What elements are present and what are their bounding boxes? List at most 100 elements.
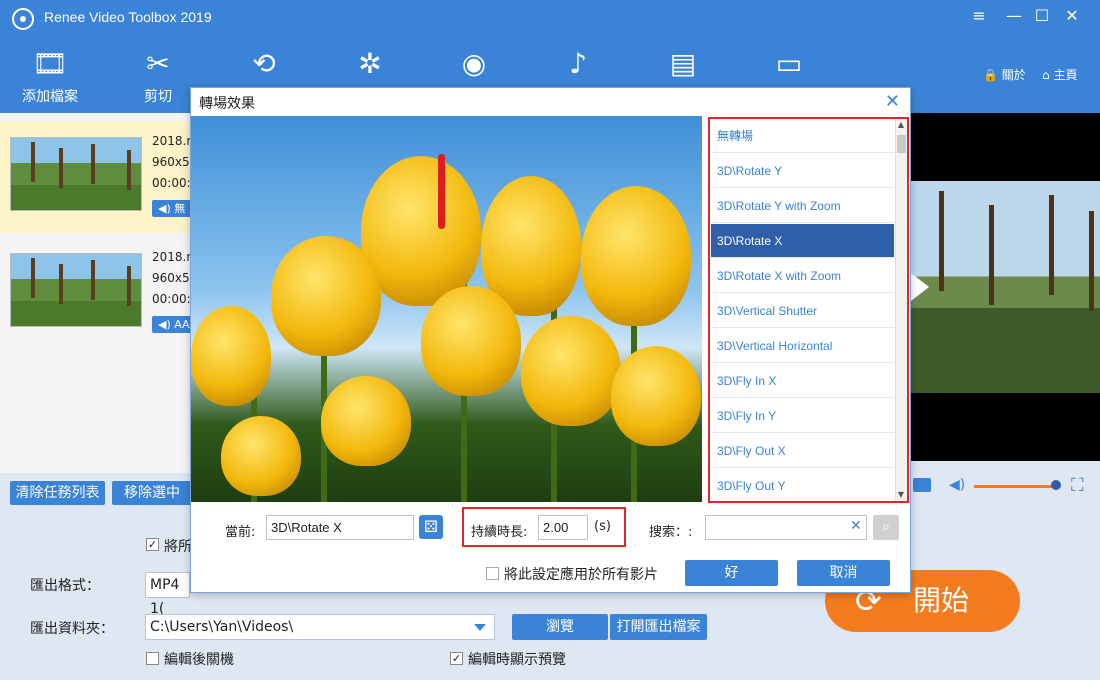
apply-all-checkbox[interactable] — [486, 567, 499, 580]
home-button[interactable]: ⌂ 主頁 — [1042, 66, 1077, 83]
transition-item[interactable]: 3D\Vertical Shutter — [711, 294, 894, 328]
scroll-down-icon[interactable]: ▼ — [895, 489, 907, 501]
current-label: 當前: — [225, 525, 256, 540]
task-item[interactable]: 2018.mp4 960x540 00:00: ◀) AA — [0, 237, 200, 349]
task-list: 2018.mp4 960x540 00:00: ◀) 無 2018.mp4 96… — [0, 113, 200, 473]
browse-button[interactable]: 瀏覽 — [512, 614, 608, 640]
home-icon: ⌂ — [1042, 68, 1050, 82]
search-label: 搜索：: — [649, 525, 693, 540]
folder-label: 匯出資料夾： — [30, 621, 114, 637]
close-icon[interactable]: ✕ — [885, 91, 900, 112]
task-thumbnail — [10, 253, 142, 327]
crop-button[interactable]: ⟲ — [224, 44, 304, 84]
clear-icon[interactable]: ✕ — [850, 518, 862, 534]
transition-item[interactable]: 3D\Rotate Y — [711, 154, 894, 188]
search-icon[interactable]: ⌕ — [873, 515, 899, 540]
app-logo-icon — [12, 8, 34, 30]
volume-icon[interactable]: ◀) — [949, 477, 965, 493]
transition-item[interactable]: 3D\Rotate X with Zoom — [711, 259, 894, 293]
ok-button[interactable]: 好 — [685, 560, 778, 586]
start-label: 開始 — [913, 584, 970, 617]
transition-item[interactable]: 3D\Fly Out X — [711, 434, 894, 468]
transition-dialog: 轉場效果 ✕ 無轉場 3D\Rotate Y 3D\Rotate Y with … — [190, 87, 911, 593]
effects-button[interactable]: ✲ — [330, 44, 410, 84]
watermark-icon: ▭ — [775, 47, 803, 80]
music-icon: ♪ — [569, 47, 587, 80]
shutdown-label: 編輯後關機 — [164, 652, 234, 668]
cut-button[interactable]: ✂ 剪切 — [118, 44, 198, 106]
transition-item[interactable]: 3D\Fly In Y — [711, 399, 894, 433]
duration-unit: (s) — [594, 519, 611, 534]
subtitle-button[interactable]: ▤ — [643, 44, 723, 84]
minimize-button[interactable]: — — [1002, 6, 1026, 25]
merge-label: 將所 — [164, 539, 192, 555]
open-folder-button[interactable]: 打開匯出檔案 — [610, 614, 707, 640]
task-item[interactable]: 2018.mp4 960x540 00:00: ◀) 無 — [0, 121, 200, 233]
folder-path: C:\Users\Yan\Videos\ — [150, 619, 294, 635]
format-label: 匯出格式： — [30, 578, 100, 594]
scissors-icon: ✂ — [146, 47, 170, 80]
subtitle-icon: ▤ — [669, 47, 697, 80]
current-transition-field: 3D\Rotate X — [266, 515, 414, 540]
home-label: 主頁 — [1053, 68, 1078, 82]
transition-list: 無轉場 3D\Rotate Y 3D\Rotate Y with Zoom 3D… — [708, 117, 909, 503]
film-reel-button[interactable]: ◉ — [434, 44, 514, 84]
volume-icon: ◀) — [158, 318, 171, 331]
add-file-icon: 🎞 — [32, 47, 68, 80]
watermark-button[interactable]: ▭ — [749, 44, 829, 84]
task-audio[interactable]: ◀) 無 — [152, 200, 192, 217]
maximize-button[interactable]: ☐ — [1030, 6, 1054, 25]
play-icon[interactable] — [911, 273, 929, 301]
about-button[interactable]: 🔒 關於 — [983, 66, 1026, 83]
folder-icon[interactable] — [913, 478, 931, 492]
volume-slider-handle[interactable] — [1051, 480, 1061, 490]
preview-frame — [911, 181, 1100, 393]
crop-icon: ⟲ — [252, 47, 276, 80]
shutdown-checkbox[interactable] — [146, 652, 159, 665]
menu-icon[interactable]: ≡ — [967, 6, 991, 25]
add-files-button[interactable]: 🎞 添加檔案 — [10, 44, 90, 106]
video-preview — [911, 113, 1100, 461]
transition-scrollbar[interactable]: ▲ ▼ — [895, 119, 907, 501]
about-label: 關於 — [1001, 68, 1026, 82]
dice-icon[interactable]: ⚄ — [419, 515, 443, 539]
effects-icon: ✲ — [358, 47, 382, 80]
transition-item[interactable]: 無轉場 — [711, 119, 894, 153]
lock-icon: 🔒 — [983, 68, 998, 82]
dialog-title: 轉場效果 — [199, 96, 255, 112]
volume-slider[interactable] — [974, 485, 1056, 488]
transition-item[interactable]: 3D\Fly Out Y — [711, 469, 894, 501]
search-input[interactable] — [705, 515, 867, 540]
transition-item[interactable]: 3D\Vertical Horizontal — [711, 329, 894, 363]
task-audio[interactable]: ◀) AA — [152, 316, 192, 333]
preview-controls: ◀) ⛶ — [911, 473, 1100, 503]
app-title: Renee Video Toolbox 2019 — [44, 9, 212, 25]
transition-item-selected[interactable]: 3D\Rotate X — [711, 224, 894, 258]
duration-label: 持續時長: — [471, 525, 528, 540]
show-preview-label: 編輯時顯示預覽 — [468, 652, 566, 668]
transition-item[interactable]: 3D\Rotate Y with Zoom — [711, 189, 894, 223]
cut-label: 剪切 — [144, 89, 172, 105]
task-audio-label: AA — [174, 318, 190, 331]
apply-all-label: 將此設定應用於所有影片 — [504, 567, 658, 583]
scroll-up-icon[interactable]: ▲ — [895, 119, 907, 131]
volume-icon: ◀) — [158, 202, 171, 215]
transition-item[interactable]: 3D\Fly In X — [711, 364, 894, 398]
task-audio-label: 無 — [174, 202, 186, 215]
scrollbar-thumb[interactable] — [897, 135, 906, 153]
clear-tasks-button[interactable]: 清除任務列表 — [10, 481, 105, 505]
film-reel-icon: ◉ — [461, 47, 487, 80]
transition-preview-image — [191, 116, 702, 502]
add-files-label: 添加檔案 — [22, 89, 78, 105]
cancel-button[interactable]: 取消 — [797, 560, 890, 586]
format-select[interactable]: MP4 1( — [145, 572, 190, 617]
duration-input[interactable]: 2.00 — [538, 515, 588, 540]
music-button[interactable]: ♪ — [538, 44, 618, 84]
remove-selected-button[interactable]: 移除選中 — [112, 481, 192, 505]
folder-select[interactable]: C:\Users\Yan\Videos\ — [145, 614, 495, 640]
merge-checkbox[interactable]: ✓ — [146, 538, 159, 551]
chevron-down-icon — [474, 624, 486, 631]
fullscreen-icon[interactable]: ⛶ — [1071, 475, 1084, 496]
close-button[interactable]: ✕ — [1060, 6, 1084, 25]
show-preview-checkbox[interactable]: ✓ — [450, 652, 463, 665]
